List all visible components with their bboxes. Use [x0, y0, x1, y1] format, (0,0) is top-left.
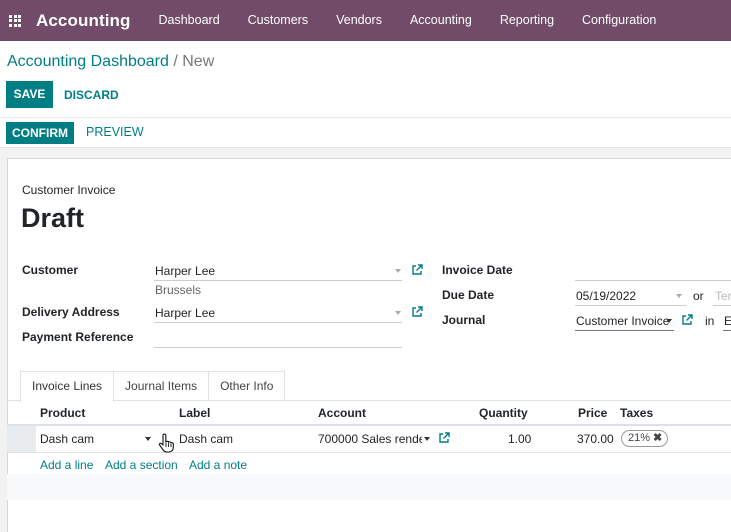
remove-tag-icon[interactable]: ✖ [653, 432, 662, 444]
column-account[interactable]: Account [318, 406, 366, 420]
delivery-field-underline [154, 322, 402, 323]
nav-customers[interactable]: Customers [234, 0, 322, 41]
nav-accounting[interactable]: Accounting [396, 0, 486, 41]
column-label[interactable]: Label [179, 406, 210, 420]
document-state-title: Draft [21, 203, 85, 233]
line-quantity-field[interactable]: 1.00 [508, 432, 531, 446]
line-price-field[interactable]: 370.00 [577, 432, 614, 446]
dropdown-caret-icon[interactable] [395, 269, 401, 273]
journal-in-text: in [705, 314, 715, 328]
hand-pointer-cursor-icon [158, 433, 174, 453]
nav-dashboard[interactable]: Dashboard [145, 0, 234, 41]
tab-other-info[interactable]: Other Info [208, 371, 286, 401]
row-divider [7, 452, 731, 453]
external-link-icon[interactable] [438, 432, 450, 444]
column-taxes[interactable]: Taxes [620, 406, 653, 420]
tabs-divider [7, 400, 731, 401]
due-date-label: Due Date [442, 288, 495, 302]
payment-terms-field[interactable]: Ter [715, 289, 731, 303]
tax-tag[interactable]: 21% ✖ [621, 430, 669, 447]
breadcrumb-current: New [182, 53, 215, 70]
add-line-link[interactable]: Add a line [40, 458, 93, 472]
add-note-link[interactable]: Add a note [189, 458, 247, 472]
top-navbar: Accounting Dashboard Customers Vendors A… [0, 0, 731, 41]
divider [0, 117, 731, 118]
external-link-icon[interactable] [411, 306, 423, 318]
document-type: Customer Invoice [22, 183, 116, 197]
column-product[interactable]: Product [40, 406, 85, 420]
breadcrumb-separator: / [173, 53, 178, 70]
journal-label: Journal [442, 313, 486, 327]
external-link-icon[interactable] [411, 264, 423, 276]
due-date-underline [575, 305, 686, 306]
line-product-field[interactable]: Dash cam [40, 432, 94, 446]
nav-reporting[interactable]: Reporting [486, 0, 568, 41]
nav-vendors[interactable]: Vendors [322, 0, 396, 41]
apps-grid-icon[interactable] [2, 0, 28, 41]
customer-city: Brussels [155, 283, 202, 297]
journal-field[interactable]: Customer Invoice [576, 314, 669, 328]
tax-tag-label: 21% [628, 432, 651, 444]
dropdown-caret-icon[interactable] [145, 437, 151, 441]
tab-journal-items[interactable]: Journal Items [113, 371, 210, 401]
confirm-button[interactable]: CONFIRM [6, 122, 74, 144]
customer-field[interactable]: Harper Lee [155, 264, 215, 278]
row-handle[interactable] [7, 426, 36, 452]
payment-reference-label: Payment Reference [22, 330, 134, 344]
currency-field[interactable]: E [724, 314, 731, 328]
currency-underline [723, 330, 731, 331]
due-date-field[interactable]: 05/19/2022 [576, 289, 636, 303]
line-label-field[interactable]: Dash cam [179, 432, 233, 446]
dropdown-caret-icon[interactable] [424, 437, 430, 441]
journal-underline [575, 330, 674, 331]
save-button[interactable]: SAVE [6, 81, 53, 108]
table-footer [7, 474, 731, 500]
tab-invoice-lines[interactable]: Invoice Lines [20, 371, 115, 402]
discard-button[interactable]: DISCARD [64, 88, 119, 102]
invoice-date-label: Invoice Date [442, 263, 513, 277]
control-panel: Accounting Dashboard / New SAVE DISCARD … [0, 41, 731, 148]
dropdown-caret-icon[interactable] [676, 294, 682, 298]
customer-field-underline [154, 280, 402, 281]
add-section-link[interactable]: Add a section [105, 458, 178, 472]
external-link-icon[interactable] [681, 314, 693, 326]
payment-reference-underline [154, 347, 402, 348]
delivery-address-field[interactable]: Harper Lee [155, 306, 215, 320]
column-quantity[interactable]: Quantity [479, 406, 528, 420]
payment-terms-underline [713, 305, 731, 306]
delivery-address-label: Delivery Address [22, 305, 120, 319]
line-account-field[interactable]: 700000 Sales render [318, 432, 422, 446]
due-or-text: or [693, 289, 704, 303]
invoice-date-field[interactable] [575, 280, 731, 281]
dropdown-caret-icon[interactable] [395, 311, 401, 315]
app-name[interactable]: Accounting [36, 11, 131, 31]
nav-configuration[interactable]: Configuration [568, 0, 670, 41]
breadcrumb: Accounting Dashboard / New [7, 53, 214, 71]
dropdown-caret-icon[interactable] [666, 319, 672, 323]
notebook-tabs: Invoice Lines Journal Items Other Info [20, 371, 286, 402]
customer-label: Customer [22, 263, 79, 277]
column-price[interactable]: Price [578, 406, 607, 420]
breadcrumb-parent[interactable]: Accounting Dashboard [7, 53, 169, 70]
preview-button[interactable]: PREVIEW [86, 125, 144, 139]
